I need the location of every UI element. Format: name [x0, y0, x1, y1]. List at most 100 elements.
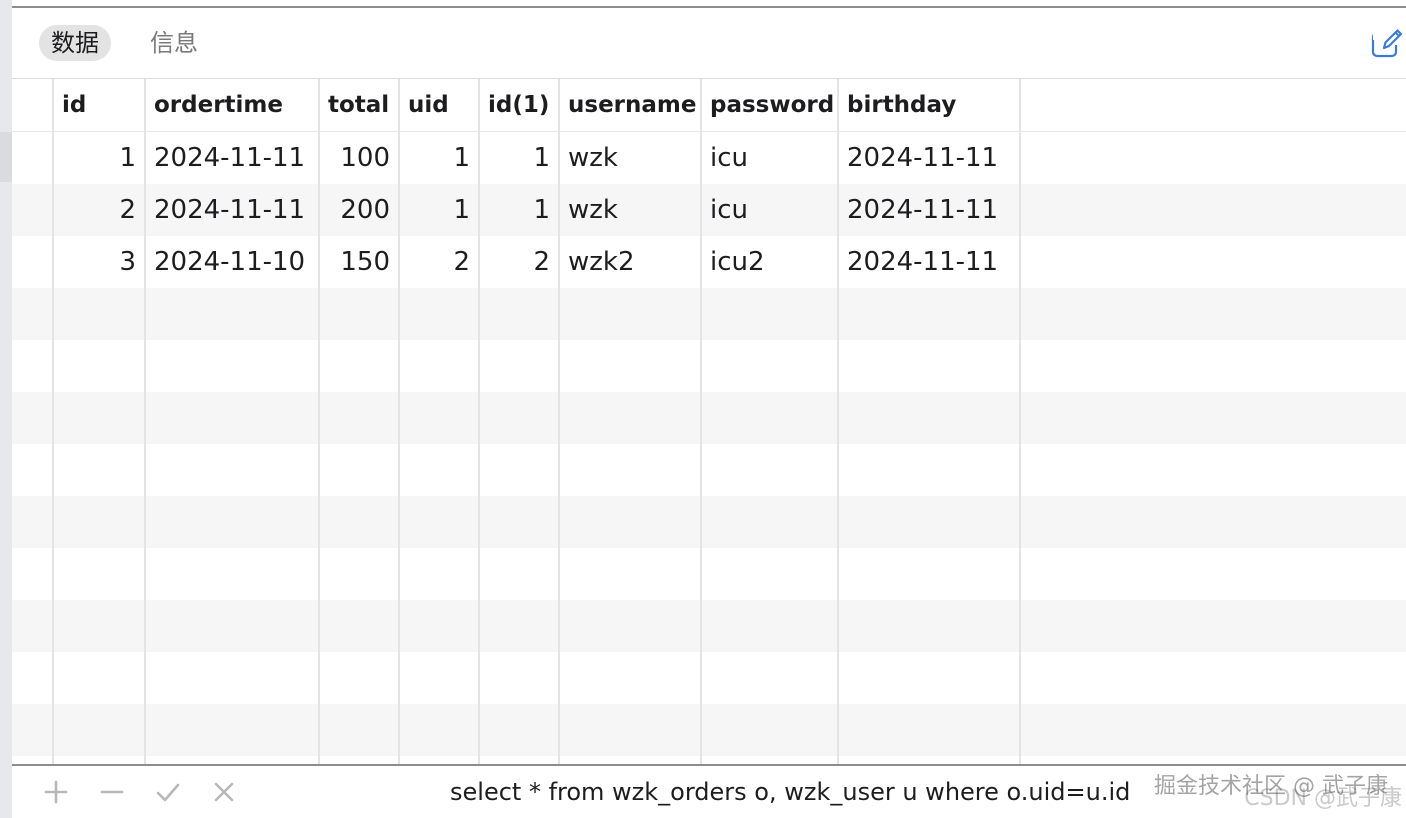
- empty-cell: [145, 392, 320, 444]
- header-filler: [1020, 79, 1406, 132]
- cell-id1[interactable]: 1: [479, 131, 560, 184]
- empty-cell: [559, 340, 702, 392]
- row-gutter: [12, 496, 54, 548]
- cell-ordertime[interactable]: 2024-11-11: [145, 184, 320, 236]
- cell-id[interactable]: 3: [53, 236, 146, 288]
- empty-cell: [145, 548, 320, 600]
- cell-username[interactable]: wzk: [559, 131, 702, 184]
- row-gutter: [12, 600, 54, 652]
- bottom-toolbar: select * from wzk_orders o, wzk_user u w…: [12, 764, 1406, 818]
- empty-cell: [559, 652, 702, 704]
- cell-id[interactable]: 2: [53, 184, 146, 236]
- discard-changes-button[interactable]: [210, 778, 238, 806]
- table-row[interactable]: 1 2024-11-11 100 1 1 wzk icu 2024-11-11: [12, 131, 1406, 184]
- empty-cell: [838, 444, 1021, 496]
- add-row-button[interactable]: [42, 778, 70, 806]
- row-gutter: [12, 184, 54, 236]
- edit-icon[interactable]: [1370, 26, 1404, 60]
- cell-uid[interactable]: 1: [399, 131, 480, 184]
- column-header-username[interactable]: username: [559, 79, 702, 132]
- empty-cell: [145, 496, 320, 548]
- empty-cell: [53, 496, 146, 548]
- empty-cell: [838, 392, 1021, 444]
- empty-cell: [701, 392, 839, 444]
- cell-uid[interactable]: 2: [399, 236, 480, 288]
- empty-cell: [319, 652, 400, 704]
- table-row[interactable]: 3 2024-11-10 150 2 2 wzk2 icu2 2024-11-1…: [12, 236, 1406, 288]
- empty-cell: [838, 496, 1021, 548]
- cell-birthday[interactable]: 2024-11-11: [838, 236, 1021, 288]
- empty-cell: [559, 600, 702, 652]
- empty-cell: [319, 288, 400, 340]
- column-header-id[interactable]: id: [53, 79, 146, 132]
- column-header-id1[interactable]: id(1): [479, 79, 560, 132]
- results-grid[interactable]: id ordertime total uid id(1) username pa…: [12, 78, 1406, 765]
- cell-total[interactable]: 200: [319, 184, 400, 236]
- empty-cell: [559, 444, 702, 496]
- cell-birthday[interactable]: 2024-11-11: [838, 131, 1021, 184]
- sql-query-text: select * from wzk_orders o, wzk_user u w…: [450, 778, 1131, 806]
- empty-cell: [53, 392, 146, 444]
- column-header-total[interactable]: total: [319, 79, 400, 132]
- row-gutter-header: [12, 79, 54, 132]
- cell-password[interactable]: icu: [701, 131, 839, 184]
- apply-changes-button[interactable]: [154, 778, 182, 806]
- row-filler: [1020, 340, 1406, 392]
- empty-cell: [399, 340, 480, 392]
- empty-cell: [701, 548, 839, 600]
- empty-cell: [479, 496, 560, 548]
- empty-row: [12, 444, 1406, 496]
- empty-cell: [145, 704, 320, 756]
- row-gutter: [12, 288, 54, 340]
- row-gutter: [12, 444, 54, 496]
- header-row: id ordertime total uid id(1) username pa…: [12, 79, 1406, 132]
- column-header-password[interactable]: password: [701, 79, 839, 132]
- tab-data[interactable]: 数据: [39, 25, 111, 61]
- cell-ordertime[interactable]: 2024-11-10: [145, 236, 320, 288]
- empty-cell: [559, 548, 702, 600]
- empty-cell: [319, 496, 400, 548]
- row-gutter: [12, 392, 54, 444]
- empty-cell: [838, 548, 1021, 600]
- cell-username[interactable]: wzk2: [559, 236, 702, 288]
- cell-id1[interactable]: 1: [479, 184, 560, 236]
- column-header-ordertime[interactable]: ordertime: [145, 79, 320, 132]
- cell-uid[interactable]: 1: [399, 184, 480, 236]
- row-filler: [1020, 131, 1406, 184]
- cell-total[interactable]: 150: [319, 236, 400, 288]
- empty-row: [12, 652, 1406, 704]
- empty-cell: [701, 600, 839, 652]
- cell-total[interactable]: 100: [319, 131, 400, 184]
- cell-ordertime[interactable]: 2024-11-11: [145, 131, 320, 184]
- delete-row-button[interactable]: [98, 778, 126, 806]
- table-row[interactable]: 2 2024-11-11 200 1 1 wzk icu 2024-11-11: [12, 184, 1406, 236]
- empty-row: [12, 600, 1406, 652]
- check-icon: [156, 783, 180, 802]
- empty-cell: [319, 704, 400, 756]
- empty-cell: [319, 444, 400, 496]
- row-gutter: [12, 548, 54, 600]
- empty-cell: [53, 548, 146, 600]
- empty-cell: [838, 340, 1021, 392]
- pencil-square-icon: [1371, 27, 1404, 58]
- cell-id[interactable]: 1: [53, 131, 146, 184]
- column-header-birthday[interactable]: birthday: [838, 79, 1021, 132]
- tab-info[interactable]: 信息: [138, 25, 210, 61]
- empty-cell: [399, 444, 480, 496]
- empty-cell: [479, 600, 560, 652]
- column-header-uid[interactable]: uid: [399, 79, 480, 132]
- empty-cell: [559, 496, 702, 548]
- empty-cell: [145, 444, 320, 496]
- empty-cell: [53, 288, 146, 340]
- cell-birthday[interactable]: 2024-11-11: [838, 184, 1021, 236]
- cell-id1[interactable]: 2: [479, 236, 560, 288]
- cell-username[interactable]: wzk: [559, 184, 702, 236]
- cell-password[interactable]: icu2: [701, 236, 839, 288]
- cell-password[interactable]: icu: [701, 184, 839, 236]
- empty-cell: [479, 340, 560, 392]
- empty-cell: [838, 600, 1021, 652]
- empty-cell: [319, 392, 400, 444]
- empty-cell: [145, 600, 320, 652]
- empty-cell: [145, 288, 320, 340]
- row-filler: [1020, 288, 1406, 340]
